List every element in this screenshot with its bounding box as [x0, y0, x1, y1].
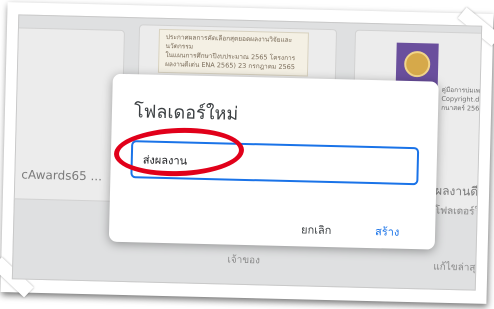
file-name-label: ผลงานดีเด่น: [434, 183, 483, 200]
seal-icon: [403, 50, 431, 78]
photo-frame: ประกาศผลการคัดเลือกสุดยอดผลงานวิจัยและนว…: [0, 2, 494, 304]
file-name-label: cAwards65 ...: [21, 167, 103, 184]
cancel-button[interactable]: ยกเลิก: [301, 220, 332, 239]
file-subtext: โฟลเดอร์ใหม่: [434, 205, 483, 219]
drive-window: ประกาศผลการคัดเลือกสุดยอดผลงานวิจัยและนว…: [11, 14, 483, 291]
last-edited-column-label: แก้ไขล่าสุด: [433, 261, 483, 274]
dialog-title: โฟลเดอร์ใหม่: [133, 101, 239, 125]
document-thumbnail: ประกาศผลการคัดเลือกสุดยอดผลงานวิจัยและนว…: [157, 28, 309, 77]
new-folder-dialog: โฟลเดอร์ใหม่ ยกเลิก สร้าง: [108, 73, 439, 250]
screenshot-stage: ประกาศผลการคัดเลือกสุดยอดผลงานวิจัยและนว…: [0, 0, 494, 309]
thumbnail-text-line: ผลงานดีเด่น ENA 2565) 23 กรกฎาคม 2565: [165, 59, 296, 72]
folder-name-input[interactable]: [130, 140, 420, 186]
thumbnail-text-line: กนาสตร์ 2564 ผลงาน: [441, 103, 483, 114]
create-button[interactable]: สร้าง: [375, 222, 400, 241]
side-thumbnail-text: คู่มือการบ่มเพาะครูเนื้อหางบ Copyright.d…: [441, 86, 482, 115]
owner-column-label: เจ้าของ: [227, 254, 261, 267]
